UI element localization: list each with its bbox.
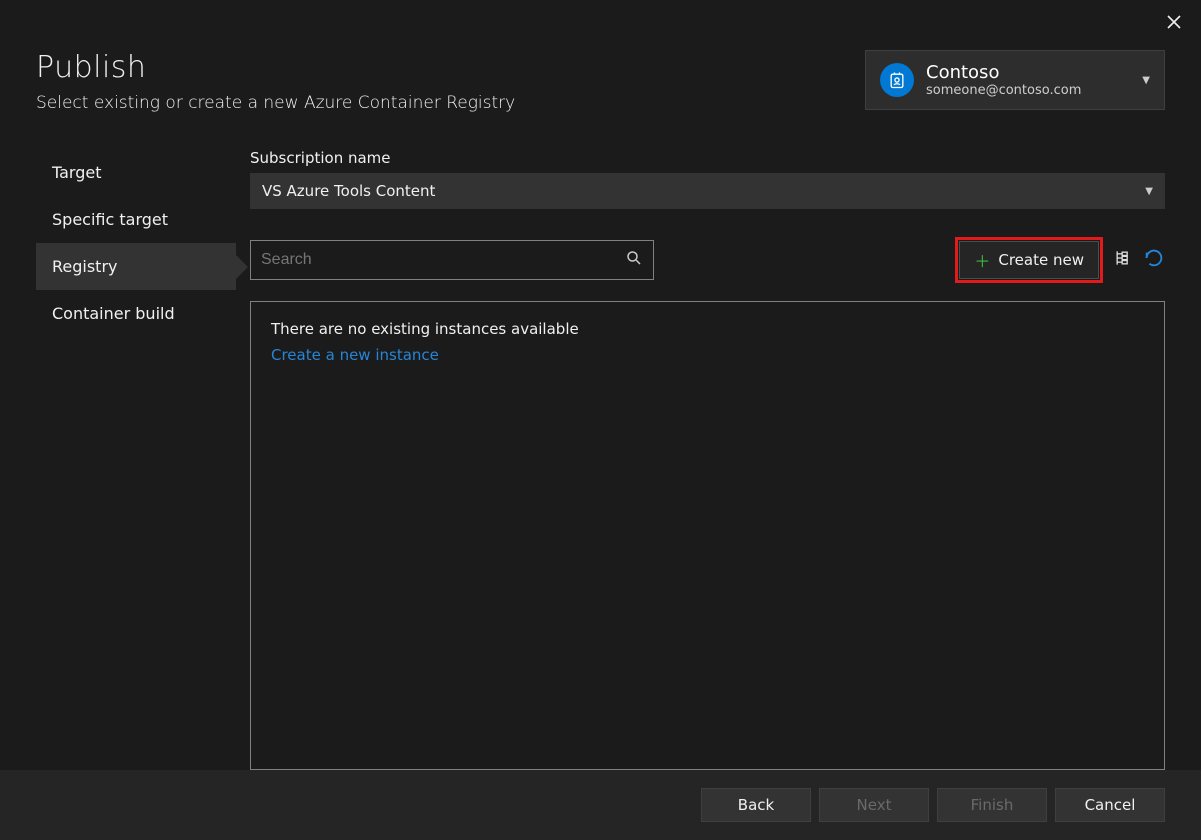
create-instance-link[interactable]: Create a new instance xyxy=(271,346,1144,364)
refresh-icon[interactable] xyxy=(1143,247,1165,273)
body: Target Specific target Registry Containe… xyxy=(0,113,1201,770)
footer: Back Next Finish Cancel xyxy=(0,770,1201,840)
main-panel: Subscription name VS Azure Tools Content… xyxy=(250,149,1165,770)
header: Publish Select existing or create a new … xyxy=(0,0,1201,113)
empty-message: There are no existing instances availabl… xyxy=(271,320,1144,338)
create-new-label: Create new xyxy=(998,251,1084,269)
account-text: Contoso someone@contoso.com xyxy=(926,62,1081,98)
page-subtitle: Select existing or create a new Azure Co… xyxy=(36,93,515,113)
account-selector[interactable]: Contoso someone@contoso.com ▼ xyxy=(865,50,1165,110)
sidebar-item-target[interactable]: Target xyxy=(36,149,236,196)
subscription-label: Subscription name xyxy=(250,149,1165,167)
close-icon xyxy=(1167,15,1181,29)
search-input[interactable] xyxy=(261,251,625,269)
page-title: Publish xyxy=(36,50,515,85)
sidebar-item-registry[interactable]: Registry xyxy=(36,243,236,290)
title-block: Publish Select existing or create a new … xyxy=(36,50,515,113)
search-icon xyxy=(625,249,643,271)
next-button: Next xyxy=(819,788,929,822)
sidebar: Target Specific target Registry Containe… xyxy=(36,149,236,770)
sidebar-item-specific-target[interactable]: Specific target xyxy=(36,196,236,243)
close-button[interactable] xyxy=(1167,10,1181,34)
create-new-highlight: ＋ Create new xyxy=(955,237,1103,283)
avatar xyxy=(880,63,914,97)
cancel-button[interactable]: Cancel xyxy=(1055,788,1165,822)
back-button[interactable]: Back xyxy=(701,788,811,822)
sidebar-item-container-build[interactable]: Container build xyxy=(36,290,236,337)
plus-icon: ＋ xyxy=(974,248,990,272)
tree-view-icon[interactable] xyxy=(1113,248,1133,272)
search-box[interactable] xyxy=(250,240,654,280)
instances-list: There are no existing instances availabl… xyxy=(250,301,1165,770)
toolbar: ＋ Create new xyxy=(250,237,1165,283)
finish-button: Finish xyxy=(937,788,1047,822)
subscription-dropdown[interactable]: VS Azure Tools Content ▼ xyxy=(250,173,1165,209)
badge-icon xyxy=(887,70,907,90)
subscription-value: VS Azure Tools Content xyxy=(262,182,435,200)
create-new-button[interactable]: ＋ Create new xyxy=(959,241,1099,279)
chevron-down-icon: ▼ xyxy=(1142,75,1150,86)
publish-dialog: Publish Select existing or create a new … xyxy=(0,0,1201,840)
chevron-down-icon: ▼ xyxy=(1145,186,1153,197)
account-name: Contoso xyxy=(926,62,1081,83)
account-email: someone@contoso.com xyxy=(926,83,1081,98)
